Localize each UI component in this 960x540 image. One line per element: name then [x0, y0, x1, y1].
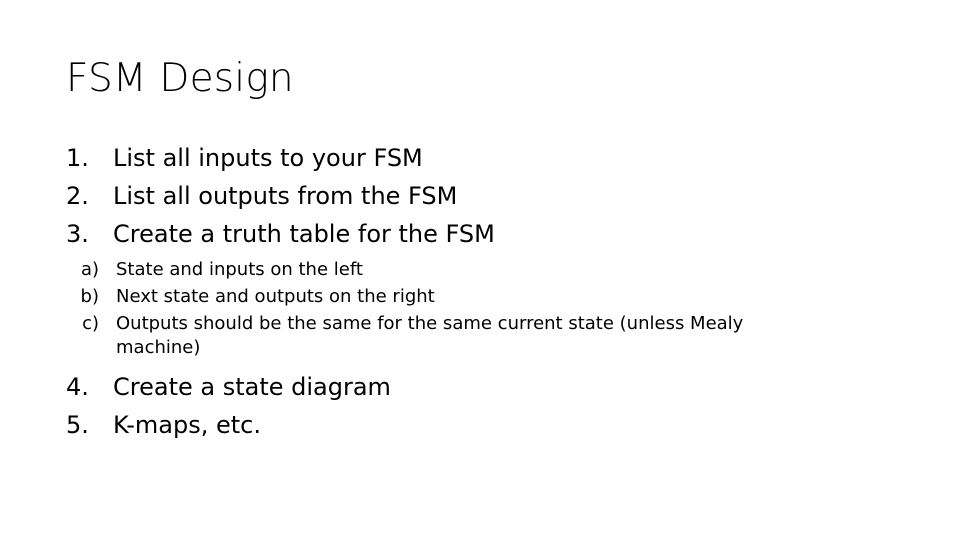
list-item-marker: 3. [66, 220, 89, 249]
sub-list: a) State and inputs on the left b) Next … [66, 258, 896, 360]
sub-list-item-label: Outputs should be the same for the same … [116, 312, 744, 358]
list-item-label: Create a state diagram [113, 373, 391, 401]
list-item-label: List all inputs to your FSM [113, 144, 423, 172]
sub-list-item: b) Next state and outputs on the right [66, 285, 896, 309]
sub-list-item: a) State and inputs on the left [66, 258, 896, 282]
list-item-marker: 2. [66, 182, 89, 211]
list-item-label: K-maps, etc. [113, 411, 261, 440]
list-item-label: Create a truth table for the FSM [113, 220, 495, 249]
page-title: FSM Design [66, 56, 294, 101]
list-item: 1. List all inputs to your FSM [66, 143, 896, 174]
list-item: 4. Create a state diagram [66, 372, 896, 403]
list-item: 5. K-maps, etc. [66, 410, 896, 441]
list-item-label: List all outputs from the FSM [113, 182, 458, 211]
list-item: 2. List all outputs from the FSM [66, 181, 896, 212]
slide-body: 1. List all inputs to your FSM 2. List a… [66, 143, 896, 448]
sub-list-item-marker: a) [80, 258, 99, 280]
list-item: 3. Create a truth table for the FSM [66, 219, 896, 250]
sub-list-item: c) Outputs should be the same for the sa… [66, 312, 896, 360]
list-continuation: 4. Create a state diagram 5. K-maps, etc… [66, 372, 896, 441]
sub-list-item-label: State and inputs on the left [116, 258, 363, 280]
slide: FSM Design 1. List all inputs to your FS… [0, 0, 960, 540]
sub-list-item-label: Next state and outputs on the right [116, 285, 435, 307]
sub-list-item-marker: c) [82, 312, 99, 334]
list-item-marker: 1. [66, 144, 89, 172]
list-item-marker: 4. [66, 373, 89, 401]
list-item-marker: 5. [66, 411, 89, 440]
sub-list-item-marker: b) [80, 285, 99, 307]
